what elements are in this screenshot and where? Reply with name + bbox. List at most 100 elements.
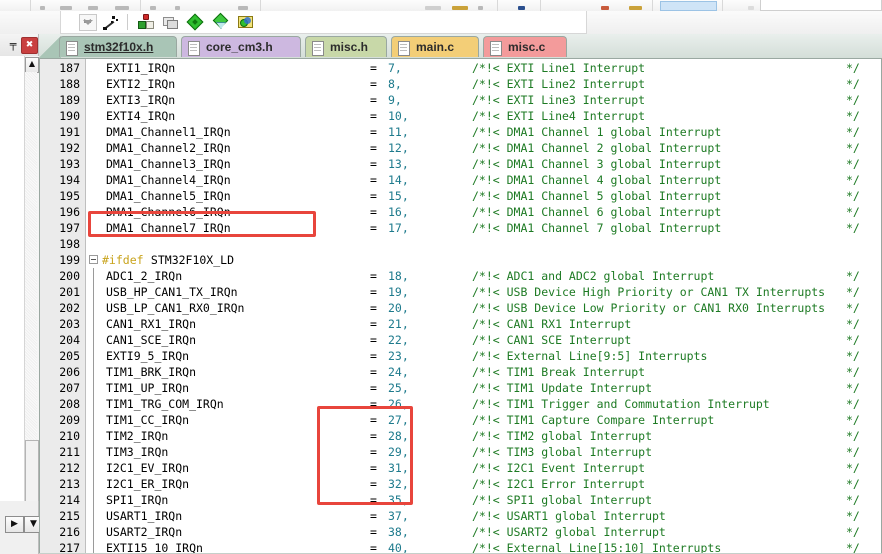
code-line[interactable]: 204 CAN1_SCE_IRQn = 22, /*!< CAN1 SCE Interr… <box>40 332 882 348</box>
code-line[interactable]: 217 EXTI15_10_IRQn = 40, /*!< External Line[… <box>40 540 882 554</box>
code-line[interactable]: 203 CAN1_RX1_IRQn = 21, /*!< CAN1 RX1 Interr… <box>40 316 882 332</box>
comment-terminator: */ <box>846 333 860 347</box>
fold-region-line <box>93 316 94 332</box>
editor-area: stm32f10x.h core_cm3.h misc.h main.c misc.c … <box>39 34 882 554</box>
comment-terminator: */ <box>846 461 860 475</box>
code-line[interactable]: 191 DMA1_Channel1_IRQn = 11, /*!< DMA1 Chann… <box>40 124 882 140</box>
enum-identifier: EXTI15_10_IRQn <box>106 541 203 554</box>
enum-identifier: DMA1_Channel3_IRQn <box>106 157 231 171</box>
code-line[interactable]: 190 EXTI4_IRQn = 10, /*!< EXTI Line4 Interru… <box>40 108 882 124</box>
code-line[interactable]: 206 TIM1_BRK_IRQn = 24, /*!< TIM1 Break Inte… <box>40 364 882 380</box>
assignment-operator: = <box>370 205 377 219</box>
assignment-operator: = <box>370 109 377 123</box>
enum-value: 40, <box>388 541 409 554</box>
close-icon[interactable]: ✖ <box>21 37 38 54</box>
left-panel-scroll-up-button[interactable]: ▲ <box>25 57 39 73</box>
green-diamond-icon[interactable] <box>186 13 205 31</box>
code-line[interactable]: 198 <box>40 236 882 252</box>
doc-comment: /*!< EXTI Line4 Interrupt <box>472 109 646 123</box>
tab-main-c[interactable]: main.c <box>391 36 479 57</box>
code-line[interactable]: 213 I2C1_ER_IRQn = 32, /*!< I2C1 Error Inter… <box>40 476 882 492</box>
comment-terminator: */ <box>846 397 860 411</box>
chevron-down-icon[interactable] <box>79 14 97 31</box>
line-number: 206 <box>59 365 80 379</box>
code-line[interactable]: 193 DMA1_Channel3_IRQn = 13, /*!< DMA1 Chann… <box>40 156 882 172</box>
enum-value: 17, <box>388 221 409 235</box>
left-panel-scroll-thumb[interactable] <box>25 440 39 503</box>
enum-identifier: TIM2_IRQn <box>106 429 169 443</box>
code-line[interactable]: 214 SPI1_IRQn = 35, /*!< SPI1 global Interru… <box>40 492 882 508</box>
main-toolbar <box>0 11 882 35</box>
code-line[interactable]: 205 EXTI9_5_IRQn = 23, /*!< External Line[9:… <box>40 348 882 364</box>
code-line[interactable]: 210 TIM2_IRQn = 28, /*!< TIM2 global Interru… <box>40 428 882 444</box>
code-line[interactable]: 192 DMA1_Channel2_IRQn = 12, /*!< DMA1 Chann… <box>40 140 882 156</box>
enum-value: 18, <box>388 269 409 283</box>
enum-value: 8, <box>388 77 402 91</box>
flash-download-icon[interactable] <box>237 14 255 31</box>
fold-collapse-icon[interactable] <box>89 255 98 264</box>
enum-identifier: EXTI3_IRQn <box>106 93 176 107</box>
code-line[interactable]: 187 EXTI1_IRQn = 7, /*!< EXTI Line1 Interrup… <box>40 60 882 76</box>
assignment-operator: = <box>370 525 377 539</box>
code-line[interactable]: 216 USART2_IRQn = 38, /*!< USART2 global Int… <box>40 524 882 540</box>
code-line[interactable]: 201 USB_HP_CAN1_TX_IRQn = 19, /*!< USB Devic… <box>40 284 882 300</box>
enum-value: 11, <box>388 125 409 139</box>
tab-label: stm32f10x.h <box>84 40 154 54</box>
code-line[interactable]: 202 USB_LP_CAN1_RX0_IRQn = 20, /*!< USB Devi… <box>40 300 882 316</box>
doc-comment: /*!< ADC1 and ADC2 global Interrupt <box>472 269 715 283</box>
enum-identifier: DMA1_Channel2_IRQn <box>106 141 231 155</box>
line-number: 195 <box>59 189 80 203</box>
line-number: 189 <box>59 93 80 107</box>
code-line[interactable]: 195 DMA1_Channel5_IRQn = 15, /*!< DMA1 Chann… <box>40 188 882 204</box>
code-line[interactable]: 194 DMA1_Channel4_IRQn = 14, /*!< DMA1 Chann… <box>40 172 882 188</box>
line-number: 196 <box>59 205 80 219</box>
comment-terminator: */ <box>846 301 860 315</box>
doc-comment: /*!< DMA1 Channel 1 global Interrupt <box>472 125 722 139</box>
build-icon[interactable] <box>137 14 155 31</box>
comment-terminator: */ <box>846 413 860 427</box>
enum-identifier: TIM1_UP_IRQn <box>106 381 190 395</box>
left-panel-scroll-track[interactable] <box>25 72 37 440</box>
comment-terminator: */ <box>846 365 860 379</box>
code-line[interactable]: 199 #ifdef STM32F10X_LD <box>40 252 882 268</box>
enum-value: 27, <box>388 413 409 427</box>
code-line[interactable]: 188 EXTI2_IRQn = 8, /*!< EXTI Line2 Interrup… <box>40 76 882 92</box>
code-line[interactable]: 200 ADC1_2_IRQn = 18, /*!< ADC1 and ADC2 glo… <box>40 268 882 284</box>
tab-stm32f10x-h[interactable]: stm32f10x.h <box>59 36 177 57</box>
fold-region-line <box>93 364 94 380</box>
code-line[interactable]: 215 USART1_IRQn = 37, /*!< USART1 global Int… <box>40 508 882 524</box>
magic-wand-icon[interactable] <box>102 14 120 31</box>
code-line[interactable]: 196 DMA1_Channel6_IRQn = 16, /*!< DMA1 Chann… <box>40 204 882 220</box>
code-line[interactable]: 207 TIM1_UP_IRQn = 25, /*!< TIM1 Update Inte… <box>40 380 882 396</box>
code-line[interactable]: 211 TIM3_IRQn = 29, /*!< TIM3 global Interru… <box>40 444 882 460</box>
green-diamond-down-icon[interactable] <box>212 12 230 31</box>
enum-identifier: CAN1_SCE_IRQn <box>106 333 197 347</box>
doc-comment: /*!< CAN1 SCE Interrupt <box>472 333 632 347</box>
pin-icon[interactable]: ╤ <box>7 38 19 52</box>
code-line[interactable]: 189 EXTI3_IRQn = 9, /*!< EXTI Line3 Interrup… <box>40 92 882 108</box>
doc-comment: /*!< TIM1 Update Interrupt <box>472 381 653 395</box>
document-icon <box>398 41 410 56</box>
comment-terminator: */ <box>846 205 860 219</box>
code-view[interactable]: 187 EXTI1_IRQn = 7, /*!< EXTI Line1 Interrup… <box>39 58 882 554</box>
comment-terminator: */ <box>846 445 860 459</box>
document-icon <box>312 41 324 56</box>
code-line[interactable]: 208 TIM1_TRG_COM_IRQn = 26, /*!< TIM1 Trigge… <box>40 396 882 412</box>
tab-misc-c[interactable]: misc.c <box>483 36 567 57</box>
code-line[interactable]: 212 I2C1_EV_IRQn = 31, /*!< I2C1 Event Inter… <box>40 460 882 476</box>
enum-identifier: I2C1_ER_IRQn <box>106 477 190 491</box>
document-icon <box>188 41 200 56</box>
assignment-operator: = <box>370 413 377 427</box>
hscroll-right-button[interactable]: ▶ <box>5 516 24 533</box>
enum-value: 26, <box>388 397 409 411</box>
tab-misc-h[interactable]: misc.h <box>305 36 387 57</box>
comment-terminator: */ <box>846 157 860 171</box>
enum-identifier: USART2_IRQn <box>106 525 183 539</box>
code-line[interactable]: 209 TIM1_CC_IRQn = 27, /*!< TIM1 Capture Com… <box>40 412 882 428</box>
line-number: 205 <box>59 349 80 363</box>
tab-core-cm3-h[interactable]: core_cm3.h <box>181 36 301 57</box>
stacked-windows-icon[interactable] <box>162 14 180 31</box>
toolbar-combo-field[interactable] <box>660 1 717 11</box>
fold-region-line <box>93 476 94 492</box>
code-line[interactable]: 197 DMA1_Channel7_IRQn = 17, /*!< DMA1 Chann… <box>40 220 882 236</box>
